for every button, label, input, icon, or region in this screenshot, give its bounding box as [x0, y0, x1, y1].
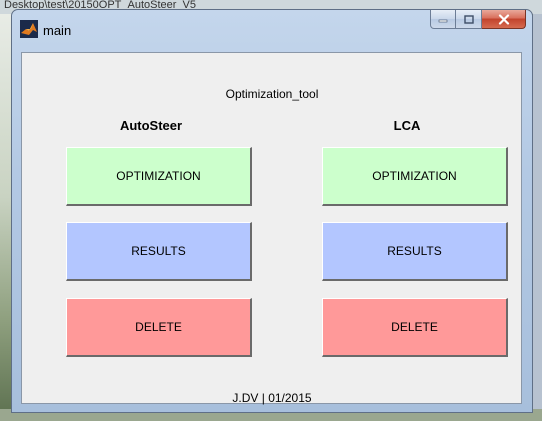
lca-optimization-button[interactable]: OPTIMIZATION [322, 147, 508, 206]
figure-client-area: Optimization_tool AutoSteer LCA OPTIMIZA… [21, 52, 522, 405]
close-button[interactable] [482, 10, 526, 29]
maximize-button[interactable] [456, 10, 482, 29]
lca-delete-button[interactable]: DELETE [322, 298, 508, 357]
autosteer-header: AutoSteer [119, 118, 183, 133]
autosteer-results-button[interactable]: RESULTS [66, 222, 252, 281]
lca-header: LCA [393, 118, 421, 133]
close-icon [498, 13, 509, 25]
window-controls [430, 10, 526, 30]
tool-title: Optimization_tool [225, 87, 319, 101]
window-title: main [43, 23, 72, 38]
window-titlebar[interactable]: main [12, 10, 532, 44]
main-window: main Optimization_tool AutoSteer LCA OPT… [11, 9, 533, 413]
matlab-icon [20, 20, 38, 38]
author-footer: J.DV | 01/2015 [232, 391, 312, 405]
autosteer-optimization-button[interactable]: OPTIMIZATION [66, 147, 252, 206]
desktop-background-right [533, 14, 542, 421]
autosteer-delete-button[interactable]: DELETE [66, 298, 252, 357]
maximize-icon [463, 14, 474, 24]
minimize-button[interactable] [430, 10, 456, 29]
minimize-icon [438, 19, 448, 23]
lca-results-button[interactable]: RESULTS [322, 222, 508, 281]
